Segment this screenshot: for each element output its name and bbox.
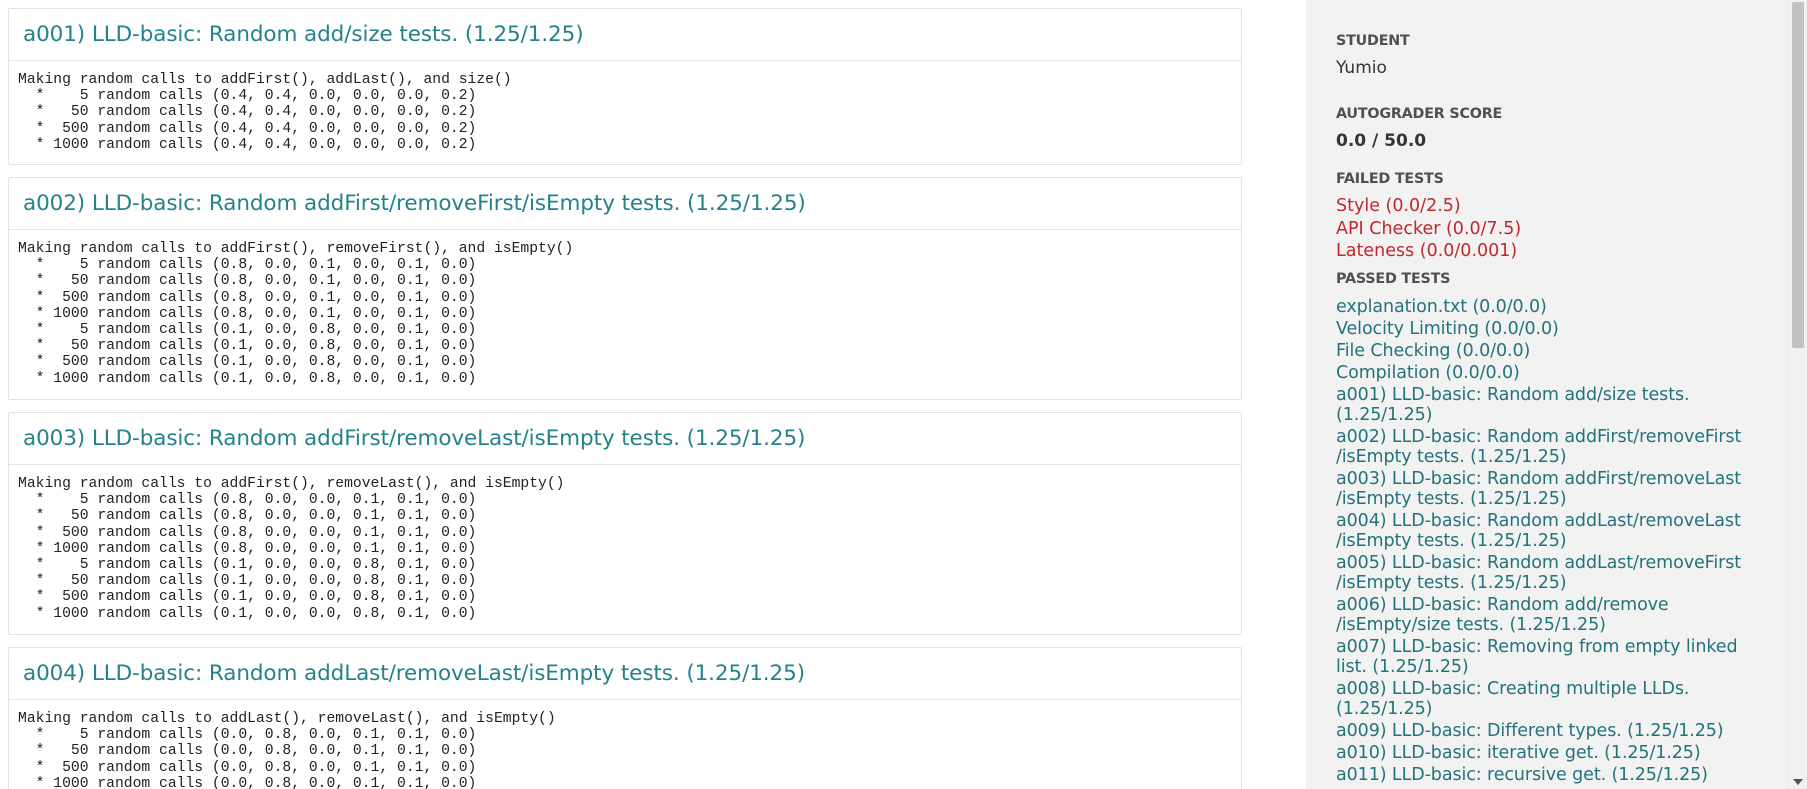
- passed-test-link[interactable]: a007) LLD-basic: Removing from empty lin…: [1336, 637, 1756, 677]
- test-result-card: a003) LLD-basic: Random addFirst/removeL…: [8, 412, 1242, 635]
- failed-test-link[interactable]: Style (0.0/2.5): [1336, 195, 1756, 218]
- failed-tests-label: FAILED TESTS: [1336, 171, 1444, 187]
- test-result-card: a001) LLD-basic: Random add/size tests. …: [8, 8, 1242, 165]
- test-result-header: a002) LLD-basic: Random addFirst/removeF…: [9, 178, 1241, 230]
- passed-test-link[interactable]: a011) LLD-basic: recursive get. (1.25/1.…: [1336, 765, 1756, 785]
- failed-test-link[interactable]: API Checker (0.0/7.5): [1336, 218, 1756, 241]
- test-results-panel: a001) LLD-basic: Random add/size tests. …: [0, 0, 1306, 789]
- failed-test-link[interactable]: Lateness (0.0/0.001): [1336, 240, 1756, 263]
- passed-test-link[interactable]: a008) LLD-basic: Creating multiple LLDs.…: [1336, 679, 1756, 719]
- passed-test-link[interactable]: File Checking (0.0/0.0): [1336, 341, 1756, 361]
- student-label: STUDENT: [1336, 33, 1410, 49]
- scrollbar-thumb[interactable]: [1792, 2, 1804, 348]
- passed-test-link[interactable]: explanation.txt (0.0/0.0): [1336, 297, 1756, 317]
- passed-test-link[interactable]: a009) LLD-basic: Different types. (1.25/…: [1336, 721, 1756, 741]
- test-result-output: Making random calls to addFirst(), addLa…: [18, 72, 512, 153]
- passed-tests-list: explanation.txt (0.0/0.0) Velocity Limit…: [1336, 297, 1756, 787]
- student-name: Yumio: [1336, 58, 1387, 78]
- passed-test-link[interactable]: Compilation (0.0/0.0): [1336, 363, 1756, 383]
- test-result-title[interactable]: a001) LLD-basic: Random add/size tests. …: [23, 22, 584, 47]
- submission-sidebar: STUDENT Yumio AUTOGRADER SCORE 0.0 / 50.…: [1306, 0, 1787, 789]
- test-result-output: Making random calls to addFirst(), remov…: [18, 241, 574, 387]
- test-result-title[interactable]: a002) LLD-basic: Random addFirst/removeF…: [23, 191, 806, 216]
- passed-test-link[interactable]: a002) LLD-basic: Random addFirst/removeF…: [1336, 427, 1756, 467]
- failed-tests-list: Style (0.0/2.5) API Checker (0.0/7.5) La…: [1336, 195, 1756, 263]
- test-result-output: Making random calls to addLast(), remove…: [18, 711, 556, 789]
- passed-test-link[interactable]: a001) LLD-basic: Random add/size tests. …: [1336, 385, 1756, 425]
- test-result-output: Making random calls to addFirst(), remov…: [18, 476, 565, 622]
- test-result-header: a004) LLD-basic: Random addLast/removeLa…: [9, 648, 1241, 700]
- test-result-card: a004) LLD-basic: Random addLast/removeLa…: [8, 647, 1242, 789]
- test-result-title[interactable]: a003) LLD-basic: Random addFirst/removeL…: [23, 426, 805, 451]
- vertical-scrollbar[interactable]: [1787, 0, 1807, 789]
- autograder-score-label: AUTOGRADER SCORE: [1336, 106, 1503, 122]
- test-result-header: a003) LLD-basic: Random addFirst/removeL…: [9, 413, 1241, 465]
- passed-test-link[interactable]: a006) LLD-basic: Random add/remove /isEm…: [1336, 595, 1756, 635]
- passed-test-link[interactable]: Velocity Limiting (0.0/0.0): [1336, 319, 1756, 339]
- test-result-title[interactable]: a004) LLD-basic: Random addLast/removeLa…: [23, 661, 805, 686]
- passed-test-link[interactable]: a010) LLD-basic: iterative get. (1.25/1.…: [1336, 743, 1756, 763]
- passed-test-link[interactable]: a003) LLD-basic: Random addFirst/removeL…: [1336, 469, 1756, 509]
- test-result-card: a002) LLD-basic: Random addFirst/removeF…: [8, 177, 1242, 400]
- test-result-header: a001) LLD-basic: Random add/size tests. …: [9, 9, 1241, 61]
- autograder-score-value: 0.0 / 50.0: [1336, 131, 1427, 151]
- passed-test-link[interactable]: a004) LLD-basic: Random addLast/removeLa…: [1336, 511, 1756, 551]
- scroll-down-arrow-icon[interactable]: [1793, 779, 1803, 785]
- passed-test-link[interactable]: a005) LLD-basic: Random addLast/removeFi…: [1336, 553, 1756, 593]
- passed-tests-label: PASSED TESTS: [1336, 271, 1451, 287]
